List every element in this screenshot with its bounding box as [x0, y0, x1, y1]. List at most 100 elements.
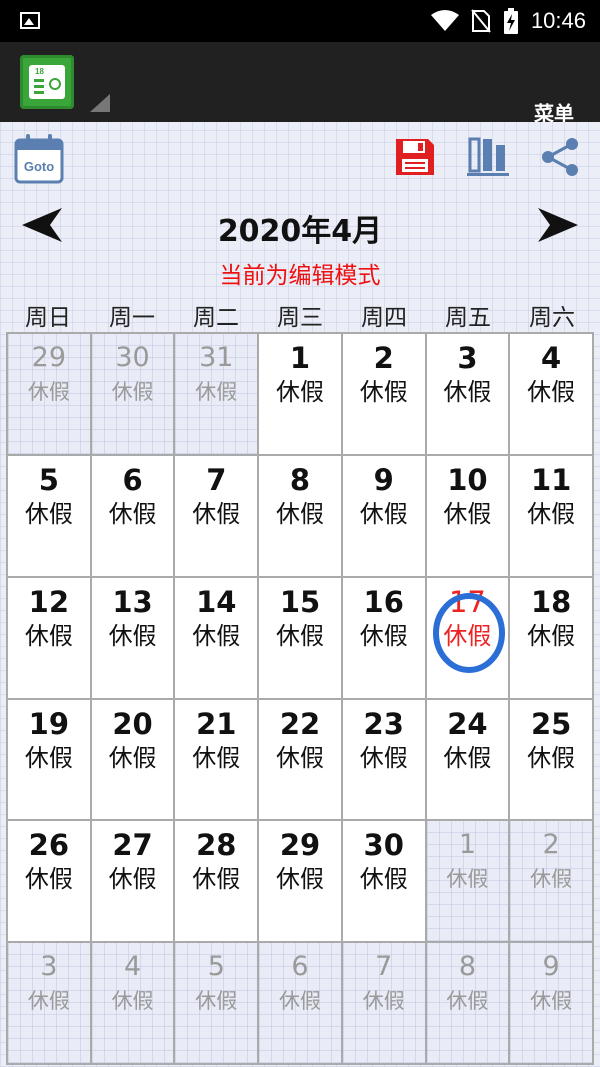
day-status-label: 休假 — [192, 743, 241, 772]
save-icon[interactable] — [394, 137, 436, 177]
day-number: 29 — [31, 342, 67, 373]
day-status-label: 休假 — [24, 865, 73, 894]
day-number: 28 — [196, 828, 237, 863]
day-cell[interactable]: 23 休假 — [342, 699, 425, 820]
day-status-label: 休假 — [359, 378, 408, 406]
day-number: 2 — [542, 829, 560, 861]
day-cell[interactable]: 5 休假 — [175, 943, 258, 1063]
day-number: 16 — [363, 584, 404, 619]
day-cell[interactable]: 19 休假 — [8, 699, 90, 820]
day-status-label: 休假 — [275, 378, 324, 406]
day-cell[interactable]: 29 休假 — [259, 821, 341, 942]
no-sim-icon — [471, 9, 491, 33]
day-status-label: 休假 — [275, 743, 324, 772]
day-cell[interactable]: 30 休假 — [91, 334, 174, 454]
day-status-label: 休假 — [359, 743, 408, 772]
day-cell[interactable]: 3 休假 — [426, 334, 509, 454]
day-number: 8 — [458, 951, 477, 983]
day-number: 7 — [375, 951, 393, 983]
statistics-icon[interactable] — [466, 137, 510, 177]
day-number: 21 — [196, 706, 237, 741]
day-cell[interactable]: 20 休假 — [91, 699, 174, 820]
day-cell[interactable]: 27 休假 — [91, 821, 174, 942]
day-status-label: 休假 — [195, 380, 238, 404]
day-status-label: 休假 — [111, 989, 154, 1014]
goto-calendar-icon[interactable]: Goto — [14, 132, 64, 184]
day-number: 30 — [115, 342, 150, 373]
day-status-label: 休假 — [108, 499, 157, 528]
day-cell[interactable]: 16 休假 — [342, 577, 425, 698]
day-cell[interactable]: 1 休假 — [426, 821, 509, 942]
day-cell[interactable]: 2 休假 — [342, 334, 425, 454]
day-cell[interactable]: 10 休假 — [426, 455, 509, 576]
day-number: 15 — [279, 584, 321, 619]
day-cell[interactable]: 30 休假 — [342, 821, 425, 942]
day-status-label: 休假 — [192, 865, 241, 894]
day-number: 2 — [373, 341, 394, 375]
day-number: 30 — [363, 828, 404, 863]
weekday-label: 周三 — [277, 305, 323, 331]
day-status-label: 休假 — [24, 743, 73, 772]
day-cell[interactable]: 18 休假 — [510, 577, 592, 698]
day-status-label: 休假 — [275, 865, 324, 894]
day-cell[interactable]: 7 休假 — [175, 455, 258, 576]
day-status-label: 休假 — [527, 378, 576, 406]
day-cell[interactable]: 29 休假 — [8, 334, 90, 454]
day-number: 24 — [447, 706, 488, 741]
day-cell[interactable]: 14 休假 — [175, 577, 258, 698]
day-cell[interactable]: 6 休假 — [91, 455, 174, 576]
day-status-label: 休假 — [108, 743, 157, 772]
day-cell[interactable]: 25 休假 — [510, 699, 592, 820]
day-cell[interactable]: 15 休假 — [259, 577, 341, 698]
day-cell[interactable]: 11 休假 — [510, 455, 592, 576]
day-status-label: 休假 — [275, 621, 324, 650]
day-cell[interactable]: 3 休假 — [8, 943, 90, 1063]
day-number: 14 — [196, 584, 237, 619]
day-cell[interactable]: 26 休假 — [8, 821, 90, 942]
day-status-label: 休假 — [27, 989, 70, 1014]
status-time: 10:46 — [530, 8, 586, 33]
day-cell[interactable]: 2 休假 — [510, 821, 592, 942]
status-bar: 10:46 — [0, 0, 600, 42]
day-cell[interactable]: 22 休假 — [259, 699, 341, 820]
day-cell[interactable]: 9 休假 — [342, 455, 425, 576]
day-cell[interactable]: 5 休假 — [8, 455, 90, 576]
day-cell[interactable]: 4 休假 — [91, 943, 174, 1063]
day-number: 9 — [542, 951, 560, 983]
day-cell[interactable]: 28 休假 — [175, 821, 258, 942]
app-logo-icon[interactable]: 18 — [20, 55, 74, 109]
day-status-label: 休假 — [443, 499, 492, 528]
share-icon[interactable] — [538, 136, 582, 178]
day-cell-today[interactable]: 17 休假 — [426, 577, 509, 698]
day-cell[interactable]: 12 休假 — [8, 577, 90, 698]
day-number: 13 — [112, 584, 153, 619]
day-cell[interactable]: 8 休假 — [259, 455, 341, 576]
day-cell[interactable]: 9 休假 — [510, 943, 592, 1063]
day-number: 6 — [291, 951, 309, 983]
day-number: 5 — [207, 951, 225, 983]
spinner-indicator-icon[interactable] — [90, 94, 110, 112]
day-cell[interactable]: 8 休假 — [426, 943, 509, 1063]
calendar-grid: 29 休假 30 休假 31 休假 1 休假 2 休假 3 休假 4 休假 5 休假 6 休假 7 休假 8 休假 9 休假 1… — [6, 332, 594, 1065]
day-cell[interactable]: 21 休假 — [175, 699, 258, 820]
weekday-label: 周六 — [529, 305, 575, 331]
day-status-label: 休假 — [111, 380, 154, 404]
day-number: 22 — [279, 706, 321, 741]
day-cell[interactable]: 7 休假 — [342, 943, 425, 1063]
day-number: 8 — [289, 462, 311, 497]
day-cell[interactable]: 1 休假 — [259, 334, 341, 454]
today-circle-marker — [432, 592, 505, 673]
day-cell[interactable]: 6 休假 — [259, 943, 341, 1063]
day-status-label: 休假 — [24, 621, 73, 650]
day-status-label: 休假 — [443, 378, 492, 406]
next-month-arrow-icon[interactable] — [538, 208, 578, 242]
day-cell[interactable]: 4 休假 — [510, 334, 592, 454]
day-cell[interactable]: 31 休假 — [175, 334, 258, 454]
day-cell[interactable]: 24 休假 — [426, 699, 509, 820]
goto-label: Goto — [24, 159, 54, 174]
day-cell[interactable]: 13 休假 — [91, 577, 174, 698]
day-status-label: 休假 — [527, 621, 576, 650]
day-status-label: 休假 — [192, 621, 241, 650]
day-status-label: 休假 — [359, 621, 408, 650]
day-number: 29 — [279, 828, 321, 863]
